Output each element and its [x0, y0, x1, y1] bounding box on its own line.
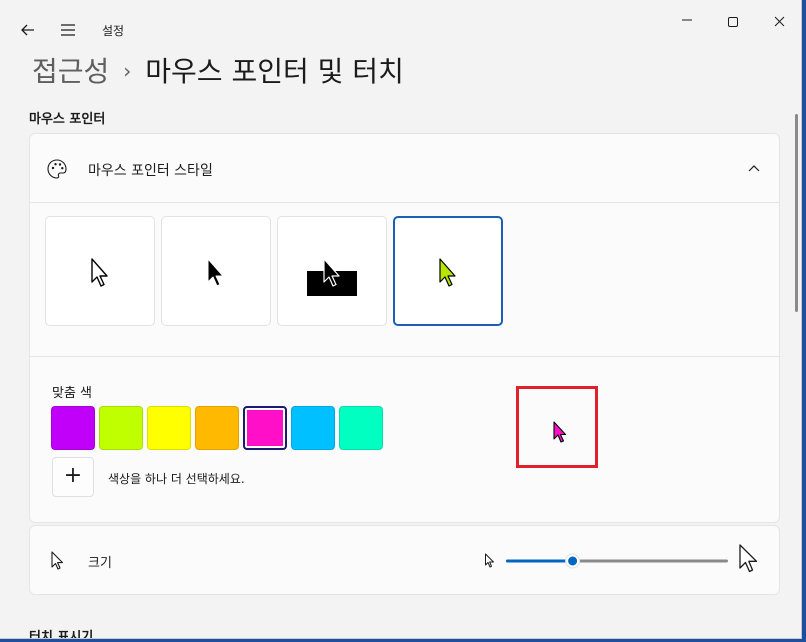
white-cursor-icon — [91, 258, 108, 287]
color-swatch[interactable] — [99, 406, 143, 450]
size-slider[interactable] — [506, 553, 728, 569]
page-title: 마우스 포인터 및 터치 — [145, 55, 404, 88]
color-swatch[interactable] — [195, 406, 239, 450]
window-title: 설정 — [102, 24, 125, 38]
breadcrumb: 접근성 › 마우스 포인터 및 터치 — [32, 50, 404, 90]
slider-fill — [506, 559, 573, 563]
color-swatch[interactable] — [51, 406, 95, 450]
custom-cursor-icon — [439, 258, 456, 287]
pointer-size-card: 크기 — [29, 525, 780, 595]
touch-indicator-section-title: 터치 표시기 — [29, 630, 94, 639]
pointer-style-label: 마우스 포인터 스타일 — [88, 163, 213, 179]
inverted-cursor-icon — [307, 258, 357, 296]
scrollbar[interactable] — [795, 114, 798, 312]
cursor-icon — [51, 551, 64, 570]
pointer-style-inverted[interactable] — [277, 216, 387, 326]
title-bar: 설정 — [0, 0, 801, 44]
pointer-style-header[interactable]: 마우스 포인터 스타일 — [30, 134, 779, 203]
pointer-style-white[interactable] — [45, 216, 155, 326]
custom-color-label: 맞춤 색 — [52, 386, 93, 401]
preview-cursor-icon — [553, 421, 567, 443]
black-cursor-icon — [207, 258, 224, 287]
pointer-style-black[interactable] — [161, 216, 271, 326]
maximize-icon[interactable] — [710, 8, 756, 36]
pointer-style-card: 마우스 포인터 스타일 맞춤 색 + 색상을 하나 더 선택하세요. — [29, 133, 780, 523]
close-icon[interactable] — [756, 8, 802, 36]
color-swatch[interactable] — [147, 406, 191, 450]
small-cursor-icon — [485, 553, 494, 568]
color-swatch[interactable] — [339, 406, 383, 450]
large-cursor-icon — [739, 544, 758, 573]
size-label: 크기 — [88, 556, 112, 571]
chevron-up-icon[interactable] — [746, 161, 762, 175]
settings-window: 설정 접근성 › 마우스 포인터 및 터치 마우스 포인터 마우스 포인터 스타일 — [0, 0, 802, 639]
add-color-label: 색상을 하나 더 선택하세요. — [108, 472, 245, 486]
hamburger-icon[interactable] — [56, 18, 80, 42]
pointer-style-custom[interactable] — [393, 216, 503, 326]
add-color-button[interactable]: + — [52, 457, 94, 497]
color-swatch[interactable] — [243, 406, 287, 450]
palette-icon — [47, 159, 67, 179]
card-divider — [30, 356, 779, 357]
section-title: 마우스 포인터 — [29, 112, 106, 127]
minimize-icon[interactable] — [664, 8, 710, 36]
pointer-preview-box — [516, 386, 598, 468]
breadcrumb-parent[interactable]: 접근성 — [32, 55, 109, 88]
back-arrow-icon[interactable] — [16, 18, 40, 42]
breadcrumb-separator: › — [123, 59, 132, 83]
slider-thumb-center — [568, 556, 578, 566]
color-swatch[interactable] — [291, 406, 335, 450]
